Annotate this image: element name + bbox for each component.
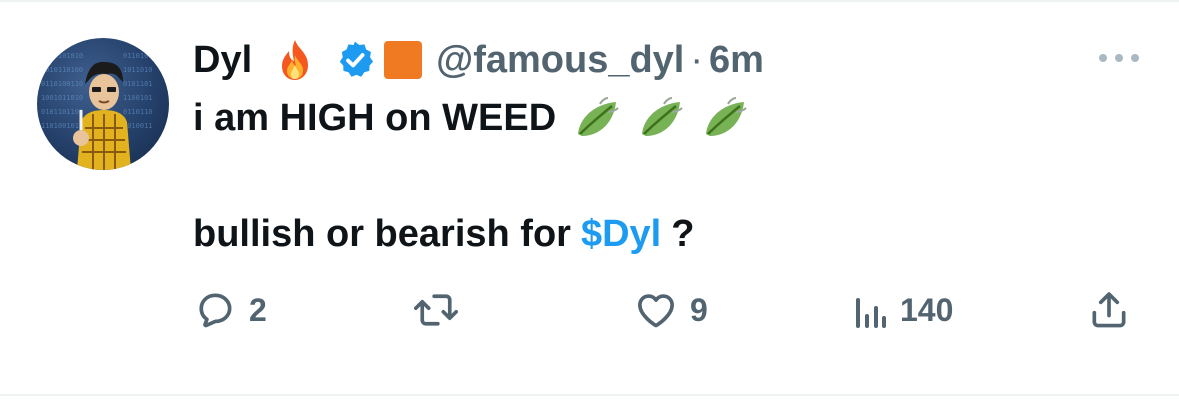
svg-text:0101101: 0101101: [123, 80, 153, 88]
leaf-emoji-icon: [572, 94, 620, 142]
share-button[interactable]: [1087, 286, 1131, 334]
reply-count: 2: [249, 291, 267, 328]
svg-text:0101101010: 0101101010: [41, 52, 83, 60]
svg-text:0110100110: 0110100110: [41, 80, 83, 88]
retweet-button[interactable]: [412, 286, 460, 334]
svg-text:0101101101: 0101101101: [41, 108, 83, 116]
analytics-icon: [856, 298, 886, 328]
svg-text:1001011010: 1001011010: [41, 94, 83, 102]
tweet-header: Dyl @famous_dyl · 6m: [193, 36, 764, 84]
cashtag-link[interactable]: $Dyl: [581, 213, 661, 256]
leaf-emoji-icon: [700, 94, 748, 142]
leaf-emoji-icon: [636, 94, 684, 142]
svg-text:0110101: 0110101: [123, 52, 153, 60]
svg-text:1101001011: 1101001011: [41, 122, 83, 130]
like-count: 9: [690, 291, 708, 328]
views-count: 140: [900, 291, 954, 328]
avatar[interactable]: 0101101010 1010110100 0110100110 1001011…: [37, 38, 169, 170]
tweet-text-line-2: bullish or bearish for $Dyl ?: [193, 208, 694, 260]
svg-text:1010110100: 1010110100: [41, 66, 83, 74]
orange-square-emoji-icon: [384, 41, 423, 79]
tweet-text: i am HIGH on WEED: [193, 96, 557, 139]
share-icon: [1092, 292, 1126, 328]
display-name[interactable]: Dyl: [193, 39, 252, 82]
tweet-text-prefix: bullish or bearish for: [193, 212, 571, 255]
svg-text:0110110: 0110110: [123, 108, 153, 116]
fire-emoji-icon: [272, 37, 318, 83]
svg-text:1011010: 1011010: [123, 66, 153, 74]
more-options-icon[interactable]: [1094, 50, 1144, 66]
like-button[interactable]: 9: [634, 286, 708, 334]
user-handle[interactable]: @famous_dyl: [436, 39, 684, 82]
tweet-text-suffix: ?: [671, 212, 695, 255]
tweet-text-line-1: i am HIGH on WEED: [193, 92, 748, 144]
heart-icon: [638, 294, 674, 328]
retweet-icon: [414, 294, 458, 326]
reply-button[interactable]: 2: [193, 286, 267, 334]
verified-badge-icon[interactable]: [334, 39, 376, 81]
top-divider: [0, 0, 1179, 2]
svg-text:1100101: 1100101: [123, 94, 153, 102]
reply-icon: [199, 293, 232, 328]
timestamp[interactable]: 6m: [709, 39, 764, 82]
separator-dot: ·: [690, 38, 704, 81]
bottom-divider: [0, 394, 1179, 396]
views-button[interactable]: 140: [854, 286, 953, 334]
